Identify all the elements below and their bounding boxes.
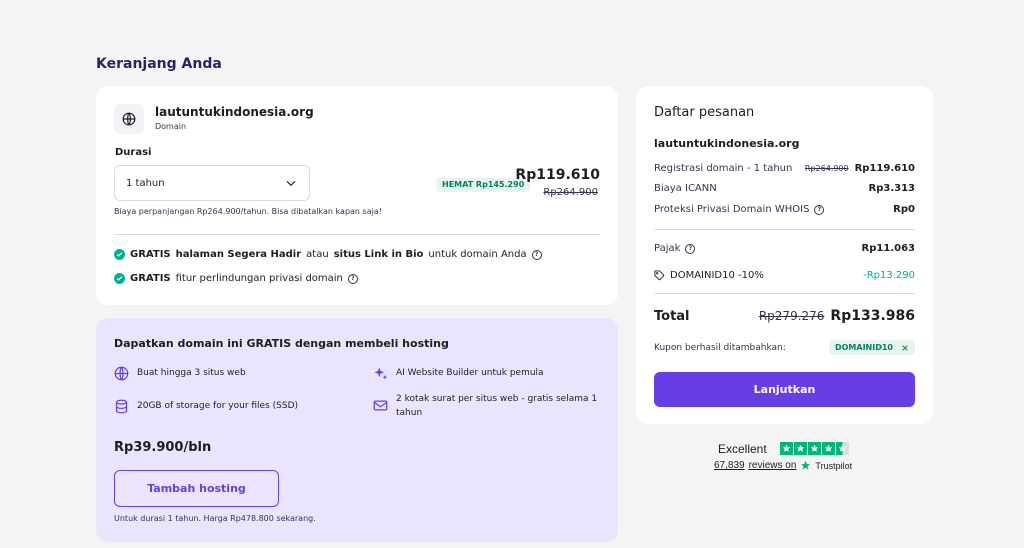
discount-code: DOMAINID10 -10% — [670, 270, 764, 281]
summary-row: Biaya ICANN Rp3.313 — [654, 183, 915, 194]
coupon-chip: DOMAINID10 — [828, 340, 915, 355]
mail-icon — [373, 400, 388, 411]
check-circle-icon — [114, 249, 125, 260]
trustpilot-stars — [780, 442, 849, 455]
total-label: Total — [654, 308, 690, 324]
order-summary-card: Daftar pesanan lautuntukindonesia.org Re… — [636, 86, 933, 424]
continue-button[interactable]: Lanjutkan — [654, 372, 915, 407]
hosting-feature: 20GB of storage for your files (SSD) — [114, 399, 354, 414]
help-icon[interactable]: ? — [347, 273, 358, 284]
hosting-note: Untuk durasi 1 tahun. Harga Rp478.800 se… — [114, 514, 316, 523]
tax-label: Pajak — [654, 243, 681, 254]
hosting-feature-text: 2 kotak surat per situs web - gratis sel… — [396, 394, 598, 418]
domain-type: Domain — [155, 122, 187, 131]
trustpilot-rating-word: Excellent — [718, 442, 767, 456]
feature-bold-text: halaman Segera Hadir — [175, 249, 302, 260]
star-icon — [822, 442, 835, 455]
sparkle-icon — [374, 367, 388, 380]
hosting-feature: Buat hingga 3 situs web — [114, 366, 354, 381]
summary-row: Registrasi domain - 1 tahun Rp264.900 Rp… — [654, 163, 915, 174]
total-old-price: Rp279.276 — [758, 309, 825, 323]
coupon-code: DOMAINID10 — [834, 343, 893, 352]
help-icon[interactable]: ? — [814, 204, 825, 215]
feature-text: untuk domain Anda — [428, 249, 527, 260]
hosting-price: Rp39.900/bln — [114, 440, 212, 455]
renewal-note: Biaya perpanjangan Rp264.900/tahun. Bisa… — [114, 207, 382, 216]
help-icon[interactable]: ? — [531, 249, 542, 260]
hosting-feature-text: AI Website Builder untuk pemula — [396, 368, 544, 378]
coupon-label: Kupon berhasil ditambahkan: — [654, 342, 786, 353]
duration-label: Durasi — [115, 147, 152, 158]
summary-row-value: Rp0 — [893, 204, 915, 215]
globe-icon — [114, 366, 129, 381]
tag-icon — [654, 270, 665, 281]
hosting-feature-text: 20GB of storage for your files (SSD) — [137, 401, 299, 411]
discount-value: -Rp13.290 — [863, 270, 915, 281]
check-circle-icon — [114, 273, 125, 284]
summary-row-old-price: Rp264.900 — [804, 164, 849, 173]
feature-privacy: GRATIS fitur perlindungan privasi domain… — [114, 273, 358, 284]
reviews-count[interactable]: 67,839 — [714, 460, 745, 471]
trustpilot-reviews[interactable]: 67,839 reviews on Trustpilot — [714, 460, 852, 471]
summary-row-label: Registrasi domain - 1 tahun — [654, 163, 793, 174]
hosting-feature: 2 kotak surat per situs web - gratis sel… — [373, 392, 603, 420]
domain-name: lautuntukindonesia.org — [155, 105, 314, 119]
page-title: Keranjang Anda — [96, 56, 222, 72]
hosting-offer-card: Dapatkan domain ini GRATIS dengan membel… — [96, 318, 618, 542]
reviews-suffix[interactable]: reviews on — [749, 460, 797, 471]
help-icon[interactable]: ? — [685, 243, 696, 254]
gratis-label: GRATIS — [130, 249, 171, 260]
trustpilot-brand: Trustpilot — [815, 460, 853, 471]
divider — [654, 293, 915, 294]
summary-row-value: Rp3.313 — [868, 183, 916, 194]
hosting-feature-text: Buat hingga 3 situs web — [137, 368, 246, 378]
tax-value: Rp11.063 — [861, 243, 915, 254]
database-icon — [115, 399, 128, 414]
summary-row: Proteksi Privasi Domain WHOIS ? Rp0 — [654, 204, 915, 215]
trustpilot-star-icon — [801, 460, 811, 470]
domain-cart-item: lautuntukindonesia.org Domain Durasi 1 t… — [96, 86, 618, 305]
feature-bold-text: situs Link in Bio — [333, 249, 424, 260]
star-icon — [808, 442, 821, 455]
star-icon — [780, 442, 793, 455]
feature-text: fitur perlindungan privasi domain — [175, 273, 343, 284]
domain-globe-icon-box — [114, 104, 144, 134]
hosting-feature: AI Website Builder untuk pemula — [373, 366, 603, 381]
summary-row-label: Proteksi Privasi Domain WHOIS — [654, 204, 810, 215]
summary-row-label: Biaya ICANN — [654, 183, 717, 194]
total-row: Total Rp279.276 Rp133.986 — [654, 308, 915, 324]
domain-price: Rp119.610 — [515, 167, 600, 183]
star-icon — [794, 442, 807, 455]
add-hosting-button[interactable]: Tambah hosting — [114, 470, 279, 507]
tax-row: Pajak ? Rp11.063 — [654, 243, 915, 254]
duration-value: 1 tahun — [126, 177, 165, 189]
globe-icon — [122, 112, 136, 126]
coupon-row: Kupon berhasil ditambahkan: DOMAINID10 — [654, 340, 915, 355]
duration-select[interactable]: 1 tahun — [114, 165, 310, 201]
hosting-offer-title: Dapatkan domain ini GRATIS dengan membel… — [114, 337, 449, 350]
summary-row-value: Rp119.610 — [854, 163, 915, 174]
half-star-icon — [836, 442, 849, 455]
feature-text: atau — [306, 249, 329, 260]
summary-domain: lautuntukindonesia.org — [654, 137, 800, 150]
divider — [654, 229, 915, 230]
discount-row: DOMAINID10 -10% -Rp13.290 — [654, 270, 915, 281]
gratis-label: GRATIS — [130, 273, 171, 284]
summary-title: Daftar pesanan — [654, 105, 755, 120]
total-price: Rp133.986 — [830, 308, 915, 324]
chevron-down-icon — [286, 180, 296, 187]
divider — [114, 234, 600, 235]
feature-coming-soon: GRATIS halaman Segera Hadir atau situs L… — [114, 249, 542, 260]
close-icon[interactable] — [901, 344, 909, 352]
domain-old-price: Rp264.900 — [543, 187, 598, 198]
